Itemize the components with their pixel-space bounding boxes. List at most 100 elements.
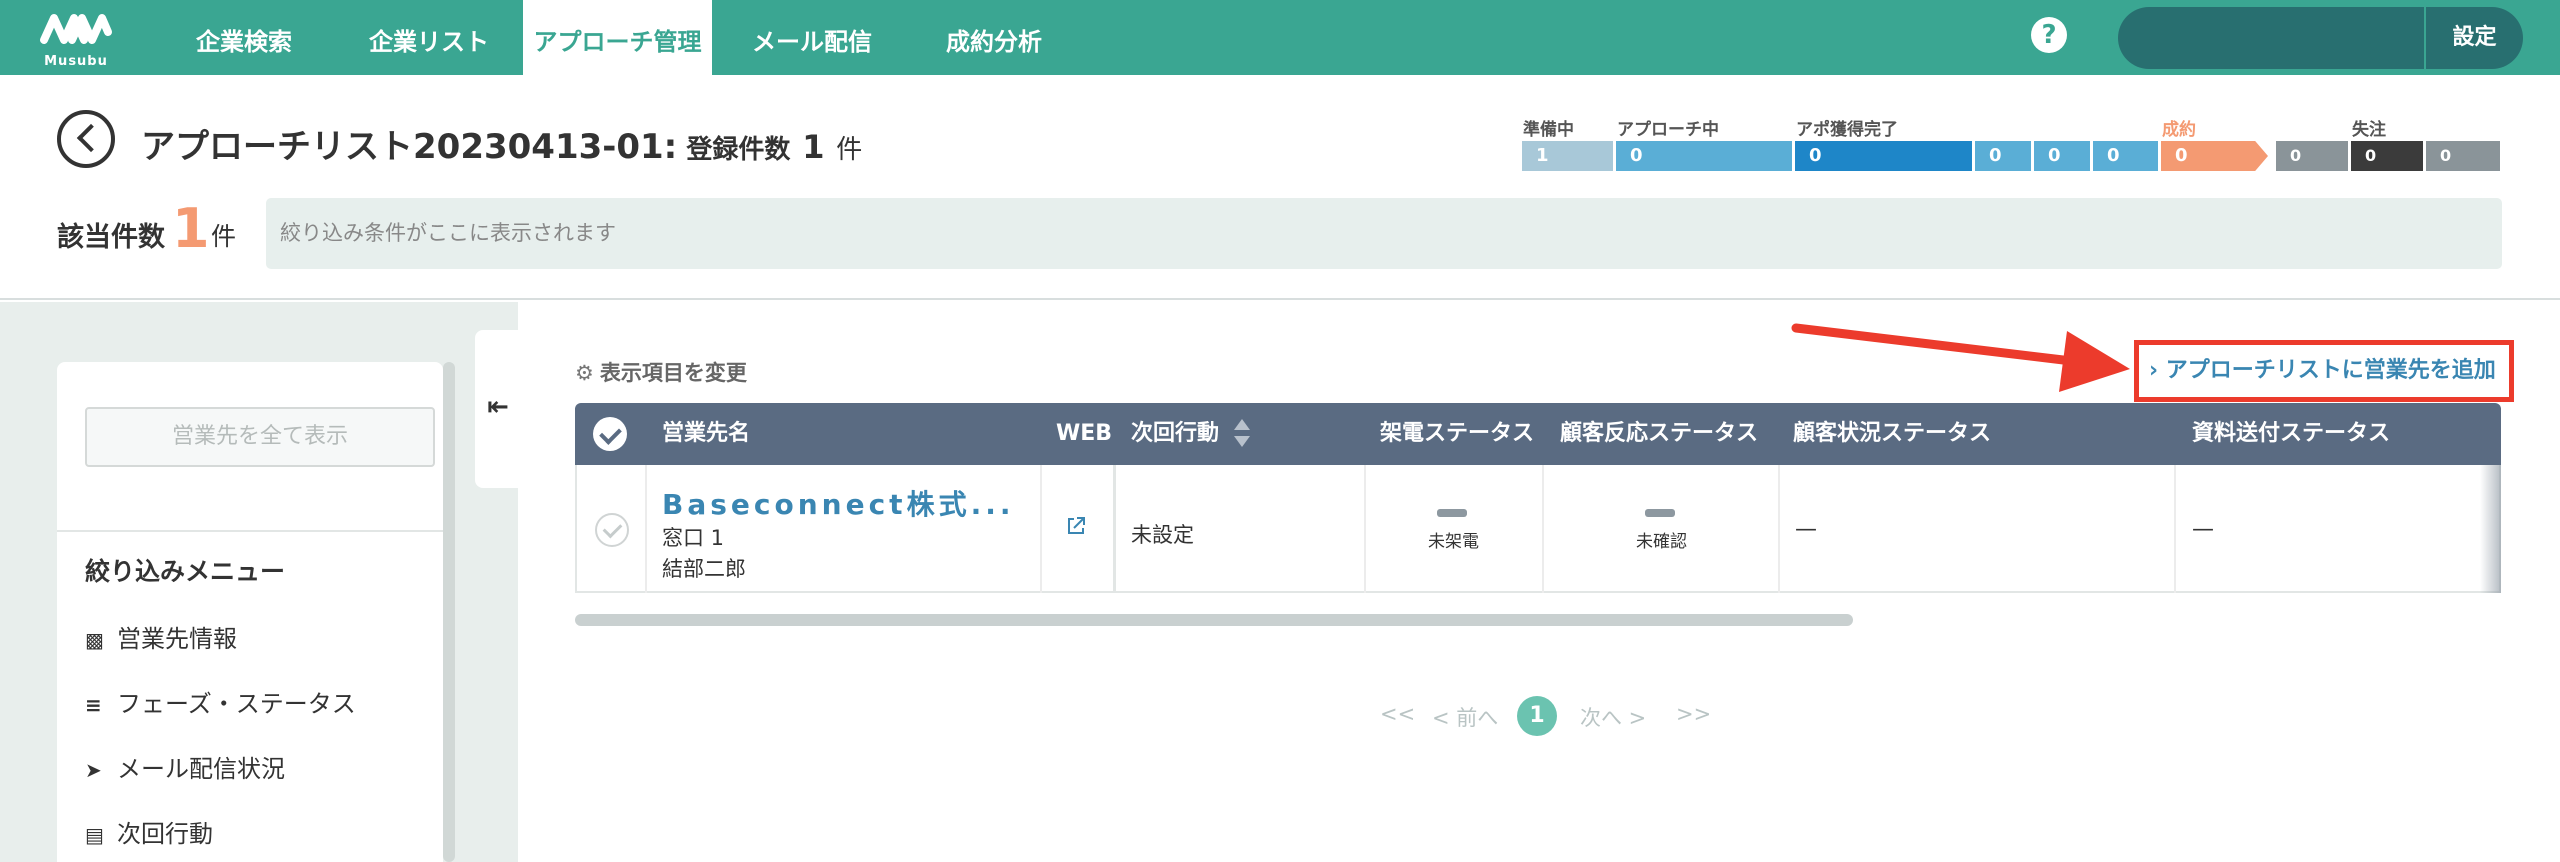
phase-count-appointment-sub-3[interactable]: 0 xyxy=(2093,141,2158,171)
header-document-status[interactable]: 資料送付ステータス xyxy=(2192,403,2390,465)
select-all-checkbox[interactable] xyxy=(593,417,627,451)
sort-icon[interactable] xyxy=(1233,419,1251,449)
header-company-name[interactable]: 営業先名 xyxy=(662,403,750,465)
user-account-button[interactable] xyxy=(2118,7,2424,69)
building-icon: ▩ xyxy=(85,628,104,652)
sidebar-item-label: 次回行動 xyxy=(117,820,213,848)
call-status-value[interactable]: 未架電 xyxy=(1428,527,1479,552)
nav-item-company-list[interactable]: 企業リスト xyxy=(369,0,489,75)
settings-button[interactable]: 設定 xyxy=(2424,7,2523,69)
pagination-last[interactable]: >> xyxy=(1676,702,1711,726)
cell-divider xyxy=(645,465,647,593)
registered-unit: 件 xyxy=(836,135,863,165)
header-call-status[interactable]: 架電ステータス xyxy=(1380,403,1534,465)
company-name-link[interactable]: Baseconnect株式... xyxy=(662,483,1014,523)
cell-divider xyxy=(2174,465,2176,593)
page-title: アプローチリスト20230413-01: 登録件数 1 件 xyxy=(141,119,862,168)
match-count-label: 該当件数 xyxy=(57,222,165,253)
phase-count-lost-1[interactable]: 0 xyxy=(2276,141,2348,171)
add-to-approach-list-link[interactable]: › アプローチリストに営業先を追加 xyxy=(2134,340,2514,402)
reaction-status-value[interactable]: 未確認 xyxy=(1636,527,1687,552)
sidebar-item-label: メール配信状況 xyxy=(117,755,285,783)
match-count-unit: 件 xyxy=(211,222,237,251)
header-next-action[interactable]: 次回行動 xyxy=(1131,403,1219,465)
collapse-left-icon: ⇤ xyxy=(487,392,509,422)
header-reaction-status[interactable]: 顧客反応ステータス xyxy=(1560,403,1758,465)
change-columns-label: 表示項目を変更 xyxy=(599,361,747,385)
list-name: アプローチリスト20230413-01: xyxy=(141,127,678,167)
nav-item-contract-analysis[interactable]: 成約分析 xyxy=(946,0,1042,75)
nav-item-approach-management[interactable]: アプローチ管理 xyxy=(523,0,712,75)
nav-item-mail-delivery[interactable]: メール配信 xyxy=(752,0,872,75)
document-status-value[interactable]: — xyxy=(2192,517,2214,542)
filter-conditions-box[interactable]: 絞り込み条件がここに表示されます xyxy=(266,198,2502,269)
row-checkbox[interactable] xyxy=(595,513,629,547)
sidebar-item-label: 営業先情報 xyxy=(117,625,237,653)
collapse-sidebar-button[interactable]: ⇤ xyxy=(475,330,520,488)
phase-count-appointment-sub-2[interactable]: 0 xyxy=(2034,141,2090,171)
filter-sidebar: 営業先を全て表示 絞り込みメニュー ▩ 営業先情報 ≡ フェーズ・ステータス ➤ メー… xyxy=(57,362,443,862)
pagination-next[interactable]: 次へ > xyxy=(1580,702,1646,732)
sidebar-item-company-info[interactable]: ▩ 営業先情報 xyxy=(85,619,237,654)
logo-mark-icon xyxy=(40,14,112,44)
show-all-button[interactable]: 営業先を全て表示 xyxy=(85,407,435,467)
sidebar-item-next-action[interactable]: ▤ 次回行動 xyxy=(85,814,213,849)
prospect-table: 営業先名 WEB 次回行動 架電ステータス 顧客反応ステータス 顧客状況ステータ… xyxy=(575,403,2501,601)
phase-label-lost: 失注 xyxy=(2352,120,2386,140)
reaction-status-indicator xyxy=(1645,509,1675,517)
registered-label: 登録件数 xyxy=(677,135,791,165)
cell-divider xyxy=(1364,465,1366,593)
header-web: WEB xyxy=(1056,421,1113,446)
phase-label-preparing: 準備中 xyxy=(1523,120,1574,140)
phase-count-approaching[interactable]: 0 xyxy=(1616,141,1792,171)
sidebar-item-phase-status[interactable]: ≡ フェーズ・ステータス xyxy=(85,684,356,719)
contact-name: 結部二郎 xyxy=(662,557,746,581)
cell-divider xyxy=(1113,465,1116,593)
change-columns-button[interactable]: ⚙ 表示項目を変更 xyxy=(575,357,747,387)
sidebar-item-label: フェーズ・ステータス xyxy=(117,690,356,718)
match-count: 1 xyxy=(172,197,210,260)
sidebar-item-mail-status[interactable]: ➤ メール配信状況 xyxy=(85,749,285,784)
next-action-value[interactable]: 未設定 xyxy=(1131,519,1194,549)
call-status-indicator xyxy=(1437,509,1467,517)
phase-count-preparing[interactable]: 1 xyxy=(1522,141,1613,171)
table-horizontal-scrollbar[interactable] xyxy=(575,614,1853,626)
phase-label-appointment: アポ獲得完了 xyxy=(1796,120,1898,140)
pagination-first[interactable]: << xyxy=(1380,702,1415,726)
phase-count-lost-2[interactable]: 0 xyxy=(2351,141,2423,171)
header-situation-status[interactable]: 顧客状況ステータス xyxy=(1793,403,1991,465)
help-icon[interactable]: ? xyxy=(2031,17,2067,53)
contact-window: 窓口 1 xyxy=(662,526,725,550)
send-icon: ➤ xyxy=(85,758,102,782)
nav-item-company-search[interactable]: 企業検索 xyxy=(196,0,292,75)
sidebar-divider xyxy=(57,530,443,532)
pagination-prev[interactable]: < 前へ xyxy=(1432,702,1498,732)
cell-divider xyxy=(1542,465,1544,593)
registered-count: 1 xyxy=(802,128,825,166)
cell-divider xyxy=(1040,465,1042,593)
external-link-icon[interactable] xyxy=(1065,515,1087,537)
back-arrow-icon[interactable] xyxy=(57,110,115,168)
musubu-logo[interactable]: Musubu xyxy=(38,10,114,69)
phase-count-lost-3[interactable]: 0 xyxy=(2426,141,2500,171)
scroll-shadow xyxy=(2480,465,2501,593)
phase-count-appointment[interactable]: 0 xyxy=(1795,141,1972,171)
calendar-icon: ▤ xyxy=(85,823,104,847)
pagination-current-page[interactable]: 1 xyxy=(1517,696,1557,736)
phase-count-contract[interactable]: 0 xyxy=(2161,141,2268,171)
logo-text: Musubu xyxy=(44,54,108,69)
checklist-icon: ≡ xyxy=(85,693,102,717)
filter-menu-title: 絞り込みメニュー xyxy=(85,557,286,586)
situation-status-value[interactable]: — xyxy=(1795,517,1817,542)
table-header: 営業先名 WEB 次回行動 架電ステータス 顧客反応ステータス 顧客状況ステータ… xyxy=(575,403,2501,465)
cell-divider xyxy=(1778,465,1780,593)
phase-label-contract: 成約 xyxy=(2162,120,2196,140)
top-nav: Musubu 企業検索 企業リスト アプローチ管理 メール配信 成約分析 ? 設… xyxy=(0,0,2560,75)
sidebar-scrollbar[interactable] xyxy=(443,362,455,862)
phase-label-approaching: アプローチ中 xyxy=(1617,120,1719,140)
list-header: アプローチリスト20230413-01: 登録件数 1 件 準備中 アプローチ中… xyxy=(0,75,2560,300)
chevron-right-icon: › xyxy=(2149,358,2166,383)
add-link-label: アプローチリストに営業先を追加 xyxy=(2165,358,2496,383)
phase-count-appointment-sub-1[interactable]: 0 xyxy=(1975,141,2031,171)
gear-icon: ⚙ xyxy=(575,361,594,385)
